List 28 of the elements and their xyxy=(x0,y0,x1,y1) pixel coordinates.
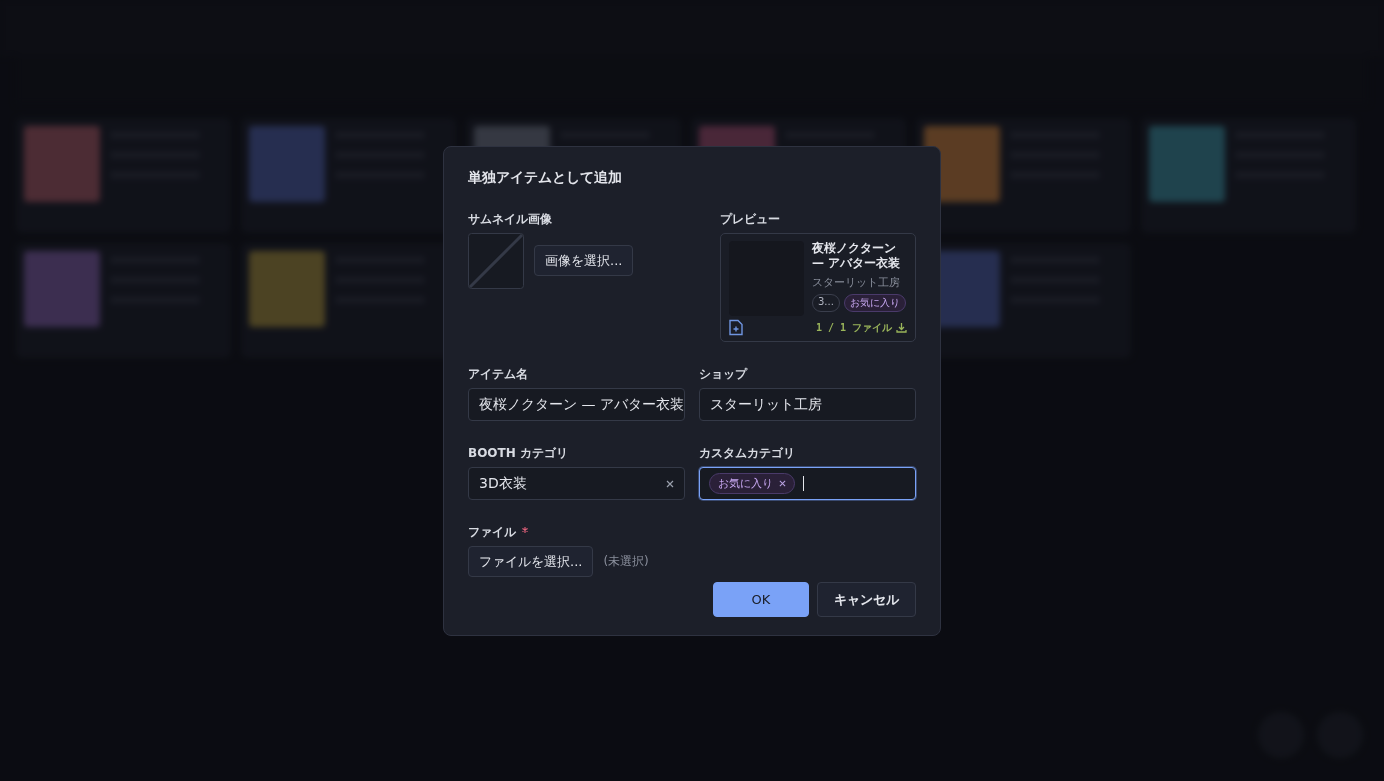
field-label: BOOTH カテゴリ xyxy=(468,445,569,462)
field-label: カスタムカテゴリ xyxy=(699,445,796,462)
dialog-title: 単独アイテムとして追加 xyxy=(468,169,623,187)
preview-tag: お気に入り xyxy=(843,294,906,312)
remove-icon[interactable] xyxy=(779,480,786,487)
item-name-field[interactable]: 夜桜ノクターン — アバター衣装 xyxy=(468,388,685,421)
field-label: ファイル xyxy=(468,524,516,541)
field-label: プレビュー xyxy=(720,211,781,228)
dialog-button[interactable]: OK xyxy=(713,582,809,617)
empty-thumbnail-icon xyxy=(468,233,524,289)
preview-shop: スターリット工房 xyxy=(812,275,901,290)
booth-category-field[interactable]: 3D衣装 xyxy=(468,467,685,500)
file-add-icon xyxy=(729,319,743,336)
download-icon xyxy=(896,322,907,333)
file-count: 1 / 1 ファイル xyxy=(815,320,892,335)
text-cursor xyxy=(803,476,804,491)
custom-category-field[interactable]: お気に入り xyxy=(699,467,916,500)
field-label: アイテム名 xyxy=(468,366,529,383)
select-image-button[interactable]: 画像を選択... xyxy=(534,245,634,276)
select-file-button[interactable]: ファイルを選択... xyxy=(468,546,594,577)
preview-title: 夜桜ノクターン — アバター衣装 xyxy=(812,241,902,271)
category-chip: お気に入り xyxy=(709,473,795,494)
shop-field[interactable]: スターリット工房 xyxy=(699,388,916,421)
field-label: サムネイル画像 xyxy=(468,211,553,228)
field-label: ショップ xyxy=(699,366,749,383)
clear-icon[interactable] xyxy=(666,479,674,488)
dialog-button[interactable]: キャンセル xyxy=(817,582,916,617)
file-status: (未選択) xyxy=(603,553,649,570)
